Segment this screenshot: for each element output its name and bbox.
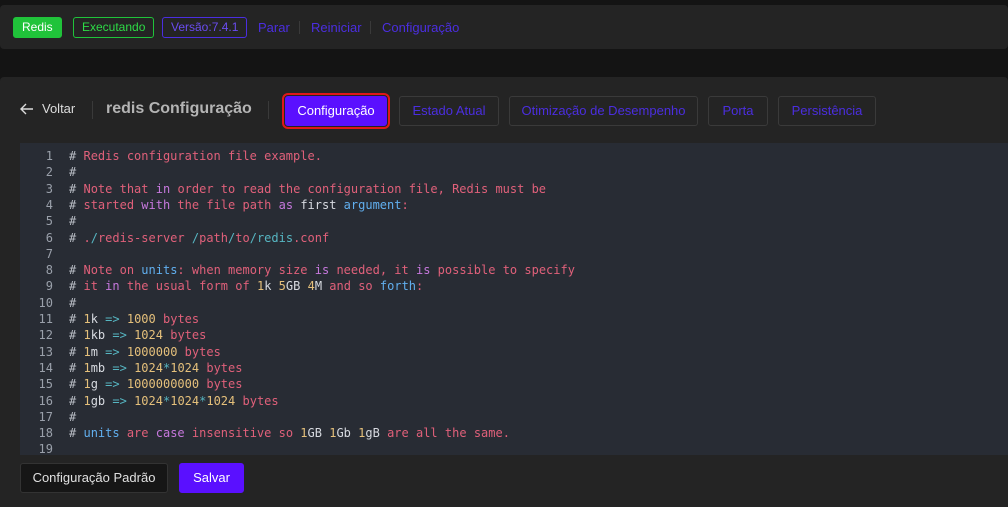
- line-number: 17: [38, 409, 53, 424]
- configuration-link[interactable]: Configuração: [382, 20, 459, 35]
- stop-link[interactable]: Parar: [258, 20, 290, 35]
- divider: [92, 101, 93, 119]
- back-button[interactable]: Voltar: [20, 101, 75, 116]
- line-number: 7: [45, 246, 53, 261]
- divider: [299, 21, 300, 34]
- code-line: 3 # Note that in order to read the config…: [20, 181, 1008, 197]
- tab-port[interactable]: Porta: [708, 96, 768, 126]
- code-text: #: [69, 214, 77, 229]
- code-line: 8 # Note on units: when memory size is ne…: [20, 262, 1008, 278]
- code-text: # it in the usual form of 1k 5GB 4M and …: [69, 279, 424, 294]
- config-panel: Voltar redis Configuração Configuração E…: [0, 77, 1008, 507]
- line-number: 3: [45, 181, 53, 196]
- save-button[interactable]: Salvar: [179, 463, 244, 493]
- code-text: # 1mb => 1024*1024 bytes: [69, 360, 243, 375]
- restart-link[interactable]: Reiniciar: [311, 20, 362, 35]
- divider: [268, 101, 269, 119]
- code-text: # 1m => 1000000 bytes: [69, 344, 221, 359]
- code-line: 4 # started with the file path as first a…: [20, 197, 1008, 213]
- code-text: # started with the file path as first ar…: [69, 197, 409, 212]
- line-number: 14: [38, 360, 53, 375]
- version-badge: Versão:7.4.1: [162, 17, 248, 38]
- status-badge: Executando: [73, 17, 155, 38]
- app-badge: Redis: [13, 17, 62, 38]
- code-text: # Note on units: when memory size is nee…: [69, 263, 575, 278]
- code-line: 11 # 1k => 1000 bytes: [20, 311, 1008, 327]
- code-editor[interactable]: 1 # Redis configuration file example. 2 #3 #…: [20, 143, 1008, 455]
- code-text: # 1g => 1000000000 bytes: [69, 377, 243, 392]
- code-text: # Note that in order to read the configu…: [69, 181, 547, 196]
- default-config-button[interactable]: Configuração Padrão: [20, 463, 168, 493]
- line-number: 19: [38, 442, 53, 455]
- line-number: 9: [45, 279, 53, 294]
- line-number: 12: [38, 328, 53, 343]
- code-line: 10 #: [20, 295, 1008, 311]
- code-text: # Redis configuration file example.: [69, 149, 322, 163]
- line-number: 10: [38, 295, 53, 310]
- back-label: Voltar: [42, 101, 76, 116]
- code-text: # 1k => 1000 bytes: [69, 312, 200, 326]
- code-text: #: [69, 295, 77, 310]
- code-line: 9 # it in the usual form of 1k 5GB 4M and…: [20, 278, 1008, 294]
- tab-persistence[interactable]: Persistência: [778, 96, 876, 126]
- line-number: 4: [45, 197, 53, 212]
- code-text: # ./redis-server /path/to/redis.conf: [69, 230, 330, 245]
- line-number: 18: [38, 426, 53, 441]
- tab-configuration[interactable]: Configuração: [282, 93, 390, 129]
- page-title: redis Configuração: [106, 100, 252, 117]
- divider: [370, 21, 371, 34]
- code-line: 5 #: [20, 213, 1008, 229]
- code-line: 2 #: [20, 164, 1008, 180]
- line-number: 2: [45, 165, 53, 180]
- code-line: 12 # 1kb => 1024 bytes: [20, 327, 1008, 343]
- line-number: 11: [38, 312, 53, 326]
- code-text: # 1gb => 1024*1024*1024 bytes: [69, 393, 279, 408]
- code-line: 19: [20, 441, 1008, 455]
- line-number: 6: [45, 230, 53, 245]
- line-number: 5: [45, 214, 53, 229]
- top-status-bar: Redis Executando Versão:7.4.1 Parar Rein…: [0, 5, 1008, 49]
- code-line: 16 # 1gb => 1024*1024*1024 bytes: [20, 393, 1008, 409]
- code-line: 15 # 1g => 1000000000 bytes: [20, 376, 1008, 392]
- code-line: 7: [20, 246, 1008, 262]
- line-number: 8: [45, 263, 53, 278]
- tab-current-state[interactable]: Estado Atual: [399, 96, 499, 126]
- tab-performance-optimization[interactable]: Otimização de Desempenho: [509, 96, 698, 126]
- code-line: 18 # units are case insensitive so 1GB 1G…: [20, 425, 1008, 441]
- code-text: # units are case insensitive so 1GB 1Gb …: [69, 426, 510, 441]
- arrow-left-icon: [20, 103, 33, 114]
- line-number: 13: [38, 344, 53, 359]
- line-number: 15: [38, 377, 53, 392]
- code-text: #: [69, 165, 77, 180]
- line-number: 16: [38, 393, 53, 408]
- code-line: 14 # 1mb => 1024*1024 bytes: [20, 360, 1008, 376]
- code-line: 13 # 1m => 1000000 bytes: [20, 344, 1008, 360]
- code-line: 17 #: [20, 409, 1008, 425]
- line-number: 1: [45, 149, 53, 163]
- code-text: #: [69, 409, 77, 424]
- code-line: 1 # Redis configuration file example.: [20, 148, 1008, 164]
- code-text: # 1kb => 1024 bytes: [69, 328, 207, 343]
- code-line: 6 # ./redis-server /path/to/redis.conf: [20, 230, 1008, 246]
